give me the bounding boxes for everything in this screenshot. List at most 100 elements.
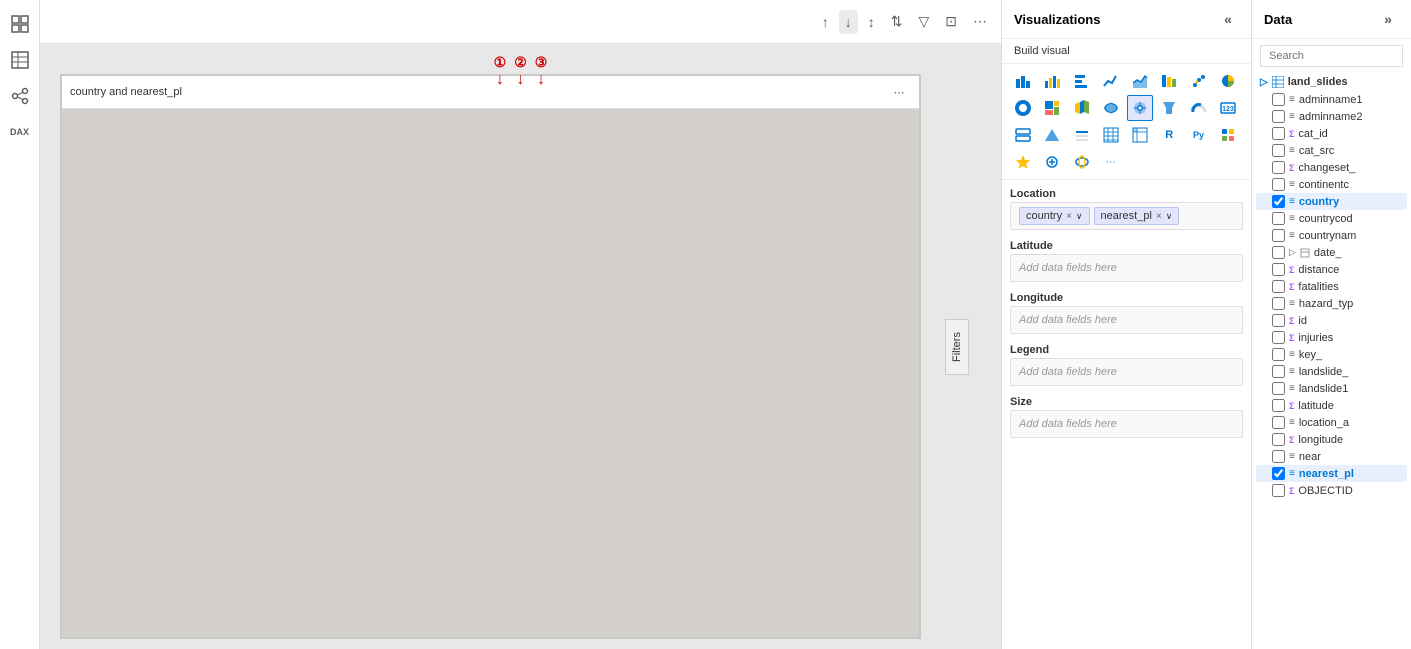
field-objectid[interactable]: Σ OBJECTID <box>1256 482 1407 499</box>
data-panel-collapse-btn[interactable]: » <box>1377 8 1399 30</box>
field-landslide-checkbox[interactable] <box>1272 365 1285 378</box>
field-id-checkbox[interactable] <box>1272 314 1285 327</box>
field-key-checkbox[interactable] <box>1272 348 1285 361</box>
toolbar-btn-focus[interactable]: ⊡ <box>939 9 963 34</box>
field-id[interactable]: Σ id <box>1256 312 1407 329</box>
toolbar-btn-sort[interactable]: ↕ <box>862 10 881 34</box>
viz-slicer[interactable] <box>1069 122 1095 148</box>
field-adminname2-checkbox[interactable] <box>1272 110 1285 123</box>
legend-field-box[interactable]: Add data fields here <box>1010 358 1243 386</box>
field-hazard-typ-checkbox[interactable] <box>1272 297 1285 310</box>
viz-filled-map[interactable] <box>1098 95 1124 121</box>
viz-line[interactable] <box>1098 68 1124 94</box>
nearest-pl-chip-arrow[interactable]: ∨ <box>1166 211 1173 222</box>
field-cat-src-checkbox[interactable] <box>1272 144 1285 157</box>
field-longitude[interactable]: Σ longitude <box>1256 431 1407 448</box>
field-landslide1[interactable]: ≡ landslide1 <box>1256 380 1407 397</box>
viz-matrix[interactable] <box>1127 122 1153 148</box>
country-chip-arrow[interactable]: ∨ <box>1076 211 1083 222</box>
location-field-box[interactable]: country × ∨ nearest_pl × ∨ <box>1010 202 1243 230</box>
viz-clustered-bar[interactable] <box>1039 68 1065 94</box>
field-key[interactable]: ≡ key_ <box>1256 346 1407 363</box>
field-continentc-checkbox[interactable] <box>1272 178 1285 191</box>
field-adminname1-checkbox[interactable] <box>1272 93 1285 106</box>
field-objectid-checkbox[interactable] <box>1272 484 1285 497</box>
viz-stacked-bar[interactable] <box>1010 68 1036 94</box>
viz-pie[interactable] <box>1215 68 1241 94</box>
field-location-a[interactable]: ≡ location_a <box>1256 414 1407 431</box>
viz-azure-map[interactable] <box>1127 95 1153 121</box>
viz-map[interactable] <box>1069 95 1095 121</box>
viz-table[interactable] <box>1098 122 1124 148</box>
viz-panel-collapse-btn[interactable]: « <box>1217 8 1239 30</box>
table-view-icon[interactable] <box>4 44 36 76</box>
field-countrynam[interactable]: ≡ countrynam <box>1256 227 1407 244</box>
viz-card[interactable]: 123 <box>1215 95 1241 121</box>
nearest-pl-chip[interactable]: nearest_pl × ∨ <box>1094 207 1180 225</box>
viz-donut[interactable] <box>1010 95 1036 121</box>
filters-tab[interactable]: Filters <box>945 319 969 375</box>
field-injuries-checkbox[interactable] <box>1272 331 1285 344</box>
data-search-input[interactable] <box>1260 45 1403 67</box>
field-country[interactable]: ≡ country <box>1256 193 1407 210</box>
field-landslide1-checkbox[interactable] <box>1272 382 1285 395</box>
viz-treemap[interactable] <box>1039 95 1065 121</box>
size-field-box[interactable]: Add data fields here <box>1010 410 1243 438</box>
country-chip[interactable]: country × ∨ <box>1019 207 1090 225</box>
field-location-a-checkbox[interactable] <box>1272 416 1285 429</box>
field-adminname2[interactable]: ≡ adminname2 <box>1256 108 1407 125</box>
field-distance[interactable]: Σ distance <box>1256 261 1407 278</box>
field-nearest-pl-checkbox[interactable] <box>1272 467 1285 480</box>
field-fatalities-checkbox[interactable] <box>1272 280 1285 293</box>
field-near-checkbox[interactable] <box>1272 450 1285 463</box>
field-adminname1[interactable]: ≡ adminname1 <box>1256 91 1407 108</box>
field-near[interactable]: ≡ near <box>1256 448 1407 465</box>
field-country-checkbox[interactable] <box>1272 195 1285 208</box>
field-changeset-checkbox[interactable] <box>1272 161 1285 174</box>
data-table-land-slides[interactable]: ▷ land_slides <box>1256 73 1407 91</box>
viz-scatter[interactable] <box>1186 68 1212 94</box>
viz-custom2[interactable] <box>1010 149 1036 175</box>
report-view-icon[interactable] <box>4 8 36 40</box>
viz-multi-row-card[interactable] <box>1010 122 1036 148</box>
field-injuries[interactable]: Σ injuries <box>1256 329 1407 346</box>
viz-custom1[interactable] <box>1215 122 1241 148</box>
viz-area[interactable] <box>1127 68 1153 94</box>
toolbar-btn-down[interactable]: ↓ <box>839 10 858 34</box>
field-cat-id-checkbox[interactable] <box>1272 127 1285 140</box>
field-countrycod[interactable]: ≡ countrycod <box>1256 210 1407 227</box>
field-changeset[interactable]: Σ changeset_ <box>1256 159 1407 176</box>
dax-icon[interactable]: DAX <box>4 116 36 148</box>
viz-custom4[interactable] <box>1069 149 1095 175</box>
model-view-icon[interactable] <box>4 80 36 112</box>
field-continentc[interactable]: ≡ continentc <box>1256 176 1407 193</box>
toolbar-btn-sort2[interactable]: ⇅ <box>885 9 909 34</box>
field-fatalities[interactable]: Σ fatalities <box>1256 278 1407 295</box>
field-nearest-pl[interactable]: ≡ nearest_pl <box>1256 465 1407 482</box>
field-latitude-checkbox[interactable] <box>1272 399 1285 412</box>
toolbar-btn-more[interactable]: ⋯ <box>967 9 993 34</box>
toolbar-btn-up[interactable]: ↑ <box>816 10 835 34</box>
field-latitude[interactable]: Σ latitude <box>1256 397 1407 414</box>
title-action-btn[interactable]: ⋯ <box>887 80 911 104</box>
longitude-field-box[interactable]: Add data fields here <box>1010 306 1243 334</box>
viz-gauge[interactable] <box>1186 95 1212 121</box>
field-hazard-typ[interactable]: ≡ hazard_typ <box>1256 295 1407 312</box>
viz-py-visual[interactable]: Py <box>1186 122 1212 148</box>
viz-funnel[interactable] <box>1156 95 1182 121</box>
field-longitude-checkbox[interactable] <box>1272 433 1285 446</box>
viz-custom5[interactable]: ⋯ <box>1098 149 1124 175</box>
field-date[interactable]: ▷ date_ <box>1256 244 1407 261</box>
toolbar-btn-filter[interactable]: ▽ <box>912 9 935 34</box>
field-cat-id[interactable]: Σ cat_id <box>1256 125 1407 142</box>
latitude-field-box[interactable]: Add data fields here <box>1010 254 1243 282</box>
viz-r-visual[interactable]: R <box>1156 122 1182 148</box>
nearest-pl-chip-remove[interactable]: × <box>1156 211 1162 222</box>
field-landslide[interactable]: ≡ landslide_ <box>1256 363 1407 380</box>
field-date-checkbox[interactable] <box>1272 246 1285 259</box>
viz-ribbon[interactable] <box>1156 68 1182 94</box>
field-countrynam-checkbox[interactable] <box>1272 229 1285 242</box>
viz-kpi[interactable] <box>1039 122 1065 148</box>
viz-custom3[interactable] <box>1039 149 1065 175</box>
country-chip-remove[interactable]: × <box>1066 211 1072 222</box>
